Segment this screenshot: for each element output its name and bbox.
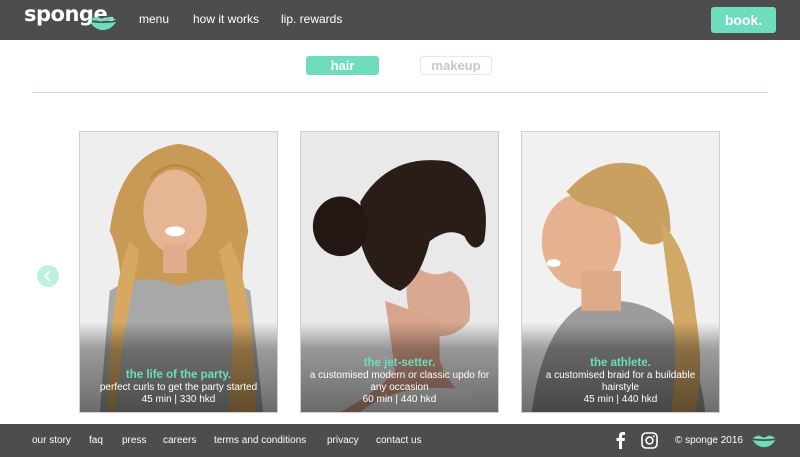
footer-link-our-story[interactable]: our story bbox=[32, 435, 71, 446]
top-nav-bar: sponge. menu how it works lip. rewards b… bbox=[0, 0, 800, 40]
footer-link-careers[interactable]: careers bbox=[163, 435, 196, 446]
lips-icon bbox=[90, 16, 116, 30]
card-title: the athlete. bbox=[590, 357, 651, 369]
tab-makeup[interactable]: makeup bbox=[420, 56, 492, 75]
carousel-prev-button[interactable] bbox=[37, 265, 59, 287]
card-description: perfect curls to get the party started bbox=[99, 382, 258, 393]
card-meta: 45 min | 440 hkd bbox=[583, 394, 658, 405]
card-description: a customised modern or classic updo for … bbox=[309, 370, 490, 393]
card-text: the jet-setter. a customised modern or c… bbox=[305, 357, 494, 406]
card-meta: 45 min | 330 hkd bbox=[141, 394, 216, 405]
card-description: a customised braid for a buildable hairs… bbox=[545, 370, 696, 393]
nav-lip-rewards[interactable]: lip. rewards bbox=[281, 12, 342, 26]
copyright-text: © sponge 2016 bbox=[675, 435, 743, 446]
lips-icon bbox=[752, 435, 776, 448]
page: sponge. menu how it works lip. rewards b… bbox=[0, 0, 800, 457]
tab-hair[interactable]: hair bbox=[306, 56, 379, 75]
service-card[interactable]: the jet-setter. a customised modern or c… bbox=[300, 131, 499, 413]
instagram-icon[interactable] bbox=[641, 432, 658, 449]
footer-link-press[interactable]: press bbox=[122, 435, 146, 446]
card-meta: 60 min | 440 hkd bbox=[362, 394, 437, 405]
footer-link-faq[interactable]: faq bbox=[89, 435, 103, 446]
nav-how-it-works[interactable]: how it works bbox=[193, 12, 259, 26]
chevron-left-icon bbox=[43, 270, 51, 282]
footer-link-contact[interactable]: contact us bbox=[376, 435, 422, 446]
card-title: the life of the party. bbox=[125, 369, 232, 381]
facebook-icon[interactable] bbox=[614, 431, 626, 449]
footer-link-terms[interactable]: terms and conditions bbox=[214, 435, 306, 446]
footer-link-privacy[interactable]: privacy bbox=[327, 435, 359, 446]
footer-bar: our story faq press careers terms and co… bbox=[0, 424, 800, 457]
service-card[interactable]: the athlete. a customised braid for a bu… bbox=[521, 131, 720, 413]
divider bbox=[32, 92, 768, 93]
card-title: the jet-setter. bbox=[363, 357, 436, 369]
service-card[interactable]: the life of the party. perfect curls to … bbox=[79, 131, 278, 413]
nav-menu[interactable]: menu bbox=[139, 12, 169, 26]
card-text: the life of the party. perfect curls to … bbox=[84, 369, 273, 406]
card-text: the athlete. a customised braid for a bu… bbox=[526, 357, 715, 406]
book-button[interactable]: book. bbox=[711, 7, 776, 33]
